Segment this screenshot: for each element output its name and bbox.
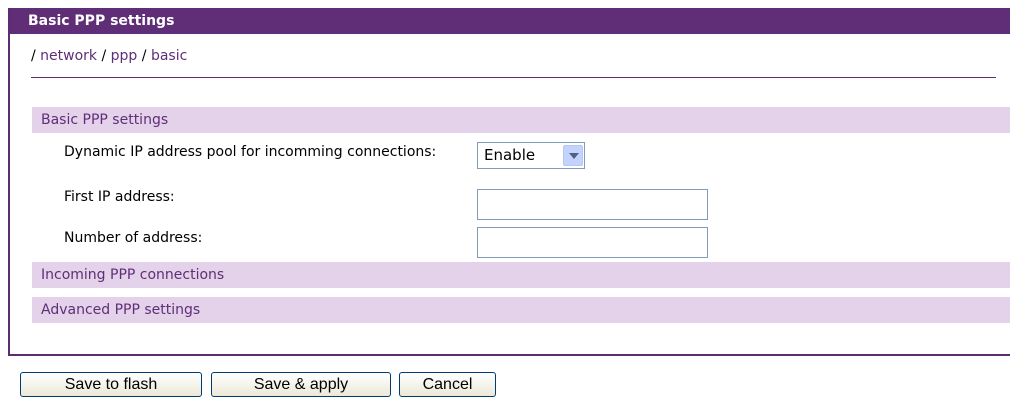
section-basic-ppp[interactable]: Basic PPP settings — [32, 107, 1010, 133]
breadcrumb-link-network[interactable]: network — [40, 48, 97, 64]
breadcrumb-divider — [31, 77, 996, 78]
breadcrumb-separator: / — [31, 48, 36, 64]
save-to-flash-button[interactable]: Save to flash — [20, 372, 202, 397]
breadcrumb-separator: / — [101, 48, 107, 64]
save-and-apply-button[interactable]: Save & apply — [211, 372, 391, 397]
first-ip-input[interactable] — [477, 189, 708, 220]
pool-select[interactable]: Enable — [477, 142, 585, 169]
breadcrumb-link-basic[interactable]: basic — [151, 48, 187, 64]
cancel-button[interactable]: Cancel — [399, 372, 496, 397]
section-incoming-ppp[interactable]: Incoming PPP connections — [32, 262, 1010, 288]
breadcrumb-separator: / — [141, 48, 147, 64]
breadcrumb-link-ppp[interactable]: ppp — [111, 48, 138, 64]
pool-select-value: Enable — [484, 146, 536, 164]
settings-panel: Basic PPP settings / network / ppp / bas… — [8, 8, 1010, 356]
pool-label: Dynamic IP address pool for incomming co… — [64, 144, 437, 160]
breadcrumb: / network / ppp / basic — [31, 48, 187, 64]
address-count-input[interactable] — [477, 227, 708, 258]
first-ip-label: First IP address: — [64, 189, 175, 205]
panel-title: Basic PPP settings — [10, 8, 1010, 34]
address-count-label: Number of address: — [64, 230, 203, 246]
chevron-down-icon[interactable] — [563, 145, 583, 166]
section-advanced-ppp[interactable]: Advanced PPP settings — [32, 297, 1010, 323]
